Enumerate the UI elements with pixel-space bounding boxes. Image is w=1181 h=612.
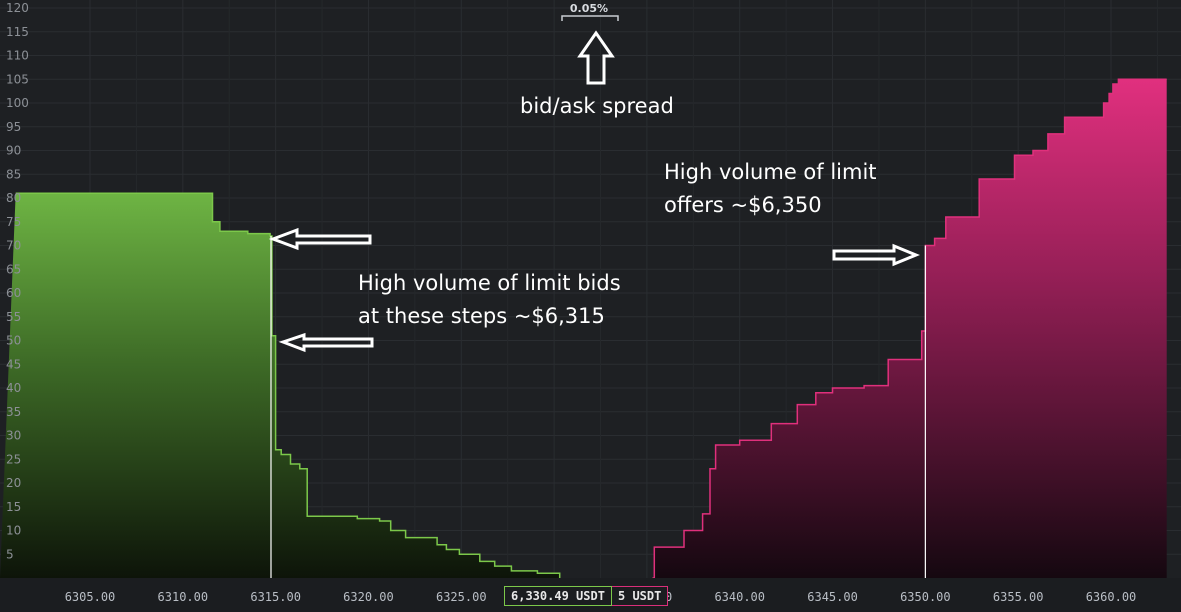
x-tick-label: 6355.00 [993, 590, 1044, 604]
x-tick-label: 6325.00 [436, 590, 487, 604]
y-tick-label: 95 [6, 120, 21, 134]
y-tick-label: 35 [6, 405, 21, 419]
y-tick-label: 85 [6, 167, 21, 181]
x-tick-label: 6315.00 [250, 590, 301, 604]
bids-annotation-line-2: at these steps ~$6,315 [358, 304, 605, 328]
y-tick-label: 100 [6, 96, 29, 110]
y-tick-label: 25 [6, 452, 21, 466]
mid-price-tag: 6,330.49 USDT [504, 586, 612, 606]
y-tick-label: 110 [6, 49, 29, 63]
bids-annotation-line-1: High volume of limit bids [358, 271, 621, 295]
offers-annotation: High volume of limit offers ~$6,350 [664, 156, 877, 222]
y-tick-label: 40 [6, 381, 21, 395]
x-tick-label: 6340.00 [714, 590, 765, 604]
x-tick-label: 6320.00 [343, 590, 394, 604]
y-tick-label: 75 [6, 215, 21, 229]
y-tick-label: 20 [6, 476, 21, 490]
x-tick-label: 6350.00 [900, 590, 951, 604]
y-tick-label: 50 [6, 334, 21, 348]
y-tick-label: 90 [6, 144, 21, 158]
y-tick-label: 30 [6, 429, 21, 443]
x-tick-label: 6310.00 [158, 590, 209, 604]
bids-annotation: High volume of limit bids at these steps… [358, 267, 621, 333]
ask-price-tag: 5 USDT [611, 586, 669, 606]
y-tick-label: 105 [6, 72, 29, 86]
y-tick-label: 55 [6, 310, 21, 324]
y-tick-label: 115 [6, 25, 29, 39]
offers-annotation-line-1: High volume of limit [664, 160, 877, 184]
spread-percent-label: 0.05% [570, 2, 608, 15]
y-tick-label: 10 [6, 524, 21, 538]
y-tick-label: 45 [6, 357, 21, 371]
spread-annotation: bid/ask spread [520, 94, 674, 118]
offers-annotation-line-2: offers ~$6,350 [664, 193, 822, 217]
y-tick-label: 80 [6, 191, 21, 205]
y-tick-label: 5 [6, 547, 14, 561]
x-tick-label: 6360.00 [1086, 590, 1137, 604]
y-tick-label: 120 [6, 1, 29, 15]
y-tick-label: 15 [6, 500, 21, 514]
y-tick-label: 70 [6, 239, 21, 253]
x-tick-label: 6345.00 [807, 590, 858, 604]
x-tick-label: 6305.00 [65, 590, 116, 604]
y-tick-label: 60 [6, 286, 21, 300]
y-tick-label: 65 [6, 262, 21, 276]
